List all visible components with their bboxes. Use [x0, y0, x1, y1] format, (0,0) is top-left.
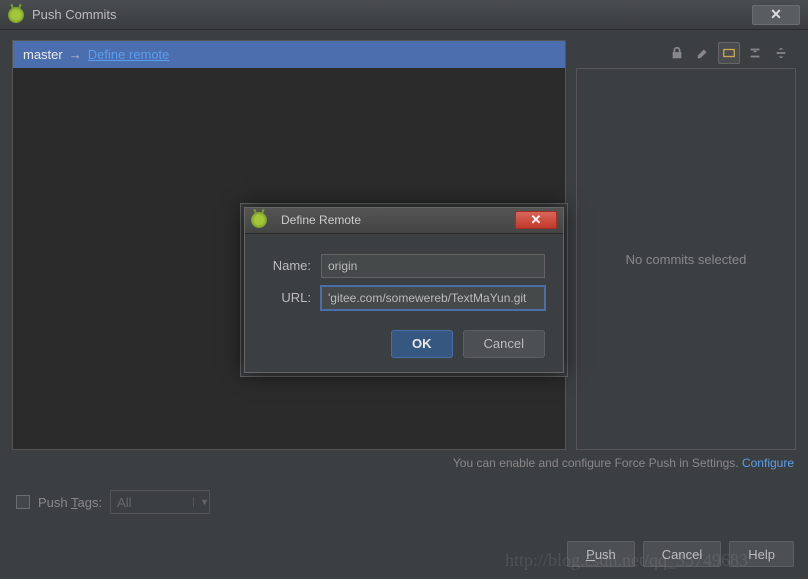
ok-button[interactable]: OK: [391, 330, 453, 358]
modal-close-button[interactable]: ✕: [515, 211, 557, 229]
modal-titlebar: Define Remote ✕: [245, 208, 563, 234]
modal-cancel-button[interactable]: Cancel: [463, 330, 545, 358]
modal-title: Define Remote: [281, 213, 361, 227]
url-row: URL:: [263, 286, 545, 310]
modal-body: Name: URL: OK Cancel: [245, 234, 563, 372]
remote-url-input[interactable]: [321, 286, 545, 310]
url-label: URL:: [263, 290, 321, 305]
name-row: Name:: [263, 254, 545, 278]
modal-overlay: Define Remote ✕ Name: URL: OK Cancel: [0, 0, 808, 579]
modal-buttons: OK Cancel: [263, 330, 545, 358]
remote-name-input[interactable]: [321, 254, 545, 278]
define-remote-dialog: Define Remote ✕ Name: URL: OK Cancel: [244, 207, 564, 373]
name-label: Name:: [263, 258, 321, 273]
app-icon: [251, 212, 267, 228]
